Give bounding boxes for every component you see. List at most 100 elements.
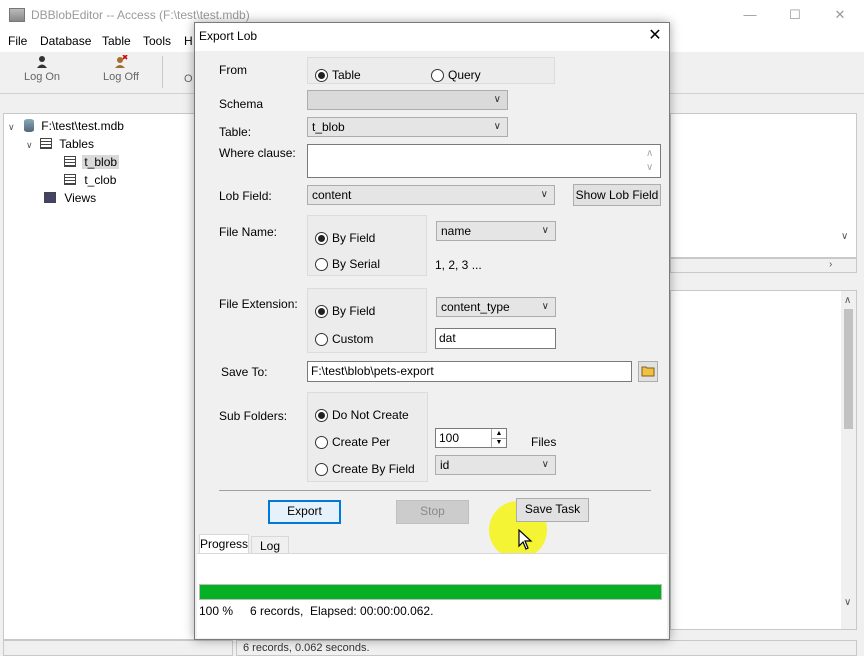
chevron-down-icon: ∨: [541, 459, 549, 470]
separator-line: [219, 490, 651, 491]
app-title: DBBlobEditor -- Access (F:\test\test.mdb…: [31, 8, 250, 22]
per-count-stepper[interactable]: 100 ▲ ▼: [435, 428, 507, 448]
mouse-cursor-icon: [518, 529, 533, 550]
user-off-icon: [115, 55, 128, 68]
radio-indicator: [315, 257, 328, 271]
menu-tools[interactable]: Tools: [143, 34, 171, 48]
log-on-label: Log On: [23, 71, 61, 83]
schema-dropdown[interactable]: ∨: [307, 90, 508, 110]
create-per-radio[interactable]: Create Per: [315, 435, 390, 449]
ext-by-field-label: By Field: [332, 304, 376, 318]
maximize-button[interactable]: ☐: [785, 6, 805, 24]
scroll-thumb[interactable]: [844, 309, 853, 429]
views-icon: [44, 192, 56, 203]
sub-folder-field-dropdown[interactable]: id ∨: [435, 455, 556, 475]
tree-root-label: F:\test\test.mdb: [41, 119, 124, 133]
scroll-up-icon[interactable]: ∧: [844, 295, 851, 306]
table-icon: [64, 156, 76, 167]
show-lob-field-button[interactable]: Show Lob Field: [573, 184, 661, 206]
per-count-value: 100: [439, 431, 460, 445]
toolbar-separator: [162, 56, 163, 88]
file-name-field-dropdown[interactable]: name ∨: [436, 221, 556, 241]
export-button[interactable]: Export: [268, 500, 341, 524]
table-value: t_blob: [312, 120, 345, 134]
ext-custom-label: Custom: [332, 332, 374, 346]
ext-custom-radio[interactable]: Custom: [315, 332, 373, 346]
tree-t-blob-label: t_blob: [82, 155, 120, 169]
schema-label: Schema: [219, 97, 264, 111]
create-per-label: Create Per: [332, 435, 391, 449]
table-icon: [64, 174, 76, 185]
file-extension-field-dropdown[interactable]: content_type ∨: [436, 297, 556, 317]
tab-progress[interactable]: Progress: [199, 534, 249, 554]
do-not-create-radio[interactable]: Do Not Create: [315, 408, 409, 422]
file-name-by-field-radio[interactable]: By Field: [315, 231, 375, 245]
status-bar-right: 6 records, 0.062 seconds.: [236, 640, 857, 656]
progress-fill: [200, 585, 661, 599]
tree-t-clob-label: t_clob: [84, 173, 117, 187]
stepper-up-icon[interactable]: ▲: [491, 429, 506, 438]
save-to-label: Save To:: [221, 365, 268, 379]
scroll-down-icon[interactable]: ∨: [646, 159, 653, 177]
stop-button[interactable]: Stop: [396, 500, 469, 524]
chevron-down-icon[interactable]: ∨: [8, 122, 15, 132]
toolbar-button-partial[interactable]: O: [184, 73, 193, 85]
lob-field-dropdown[interactable]: content ∨: [307, 185, 555, 205]
stepper-down-icon[interactable]: ▼: [491, 438, 506, 447]
chevron-down-icon: ∨: [541, 225, 549, 236]
radio-indicator: [315, 231, 328, 245]
radio-indicator: [315, 435, 328, 449]
tree-views-label: Views: [64, 191, 97, 205]
where-clause-input[interactable]: ∧ ∨: [307, 144, 661, 178]
by-field-label: By Field: [332, 231, 376, 245]
menu-help[interactable]: H: [184, 34, 193, 48]
chevron-down-icon: ∨: [540, 189, 548, 200]
ext-field-value: content_type: [441, 300, 510, 314]
radio-indicator: [315, 332, 328, 346]
records-count: 6 records,: [250, 604, 304, 618]
dialog-title-bar: [195, 23, 669, 51]
log-off-button[interactable]: Log Off: [100, 55, 142, 83]
menu-table[interactable]: Table: [102, 34, 131, 48]
tables-icon: [39, 138, 52, 149]
create-by-field-label: Create By Field: [332, 462, 415, 476]
custom-extension-input[interactable]: dat: [435, 328, 556, 349]
lob-field-label: Lob Field:: [219, 189, 272, 203]
vertical-scrollbar[interactable]: ∧ ∨: [841, 291, 856, 629]
file-name-by-serial-radio[interactable]: By Serial: [315, 257, 380, 271]
radio-indicator: [315, 304, 328, 318]
progress-bar: [199, 584, 662, 600]
table-dropdown[interactable]: t_blob ∨: [307, 117, 508, 137]
browse-folder-button[interactable]: [638, 361, 658, 382]
where-clause-label: Where clause:: [219, 146, 296, 160]
user-icon: [37, 56, 47, 68]
ext-by-field-radio[interactable]: By Field: [315, 304, 375, 318]
from-table-radio[interactable]: Table: [315, 68, 361, 82]
chevron-down-icon[interactable]: ∨: [26, 140, 33, 150]
from-label: From: [219, 63, 247, 77]
close-icon[interactable]: ✕: [645, 27, 665, 47]
scroll-down-icon[interactable]: ∨: [844, 597, 851, 608]
status-bar-left: [3, 640, 233, 656]
menu-file[interactable]: File: [8, 34, 27, 48]
file-extension-label: File Extension:: [219, 297, 298, 311]
radio-indicator: [315, 68, 328, 82]
record-panel[interactable]: ∨: [670, 113, 857, 258]
lob-field-value: content: [312, 188, 352, 202]
from-query-radio[interactable]: Query: [431, 68, 481, 82]
log-on-button[interactable]: Log On: [22, 55, 62, 83]
data-grid-panel[interactable]: ∧ ∨: [670, 290, 857, 630]
scroll-right-icon[interactable]: ›: [829, 259, 832, 270]
tree-tables-label: Tables: [59, 137, 94, 151]
horizontal-scrollbar[interactable]: ›: [670, 258, 857, 273]
tab-log[interactable]: Log: [251, 536, 289, 554]
from-query-label: Query: [448, 68, 481, 82]
close-window-button[interactable]: ✕: [830, 6, 850, 24]
menu-database[interactable]: Database: [40, 34, 91, 48]
save-task-button[interactable]: Save Task: [516, 498, 589, 522]
log-off-label: Log Off: [103, 71, 139, 83]
scroll-down-icon[interactable]: ∨: [841, 231, 848, 242]
create-by-field-radio[interactable]: Create By Field: [315, 462, 415, 476]
minimize-button[interactable]: —: [740, 6, 760, 24]
save-to-input[interactable]: F:\test\blob\pets-export: [307, 361, 632, 382]
